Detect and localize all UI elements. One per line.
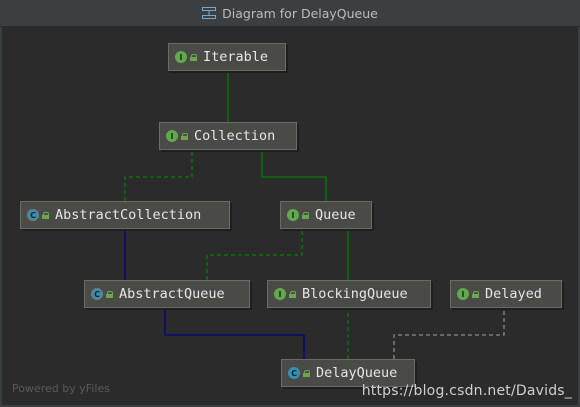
abstract-class-icon: C bbox=[91, 288, 103, 300]
node-label: DelayQueue bbox=[316, 365, 398, 381]
edge-abstractqueue-to-queue bbox=[206, 221, 307, 280]
diagram-icon bbox=[202, 7, 217, 19]
class-node-iterable[interactable]: I Iterable bbox=[168, 43, 286, 71]
powered-by-label: Powered by yFiles bbox=[12, 382, 110, 395]
class-node-queue[interactable]: I Queue bbox=[280, 201, 372, 229]
public-access-icon bbox=[190, 53, 197, 61]
class-node-abstractcollection[interactable]: C AbstractCollection bbox=[20, 201, 230, 229]
class-node-delayed[interactable]: I Delayed bbox=[450, 280, 562, 308]
class-icon: C bbox=[288, 367, 300, 379]
public-access-icon bbox=[289, 290, 296, 298]
node-label: Queue bbox=[315, 207, 356, 223]
window-title: Diagram for DelayQueue bbox=[222, 5, 378, 21]
node-label: Delayed bbox=[485, 286, 542, 302]
interface-icon: I bbox=[457, 288, 469, 300]
public-access-icon bbox=[472, 290, 479, 298]
watermark-text: https://blog.csdn.net/Davids_ bbox=[361, 383, 572, 399]
interface-icon: I bbox=[175, 51, 187, 63]
node-label: AbstractQueue bbox=[119, 286, 225, 302]
class-node-collection[interactable]: I Collection bbox=[159, 122, 297, 150]
class-node-abstractqueue[interactable]: C AbstractQueue bbox=[84, 280, 250, 308]
diagram-window: Diagram for DelayQueue I Iterable I Coll… bbox=[0, 0, 580, 407]
public-access-icon bbox=[106, 290, 113, 298]
node-label: AbstractCollection bbox=[55, 207, 202, 223]
edge-delayqueue-to-delayed bbox=[393, 309, 504, 359]
public-access-icon bbox=[42, 211, 49, 219]
public-access-icon bbox=[181, 132, 188, 140]
abstract-class-icon: C bbox=[27, 209, 39, 221]
title-bar: Diagram for DelayQueue bbox=[0, 0, 580, 27]
class-node-blockingqueue[interactable]: I BlockingQueue bbox=[267, 280, 431, 308]
interface-icon: I bbox=[274, 288, 286, 300]
interface-icon: I bbox=[287, 209, 299, 221]
node-label: Iterable bbox=[203, 49, 269, 65]
public-access-icon bbox=[303, 369, 310, 377]
edge-abstractcollection-to-collection bbox=[124, 142, 197, 201]
node-label: Collection bbox=[194, 128, 276, 144]
diagram-canvas[interactable]: I Iterable I Collection C AbstractCollec… bbox=[2, 27, 578, 405]
public-access-icon bbox=[302, 211, 309, 219]
interface-icon: I bbox=[166, 130, 178, 142]
edge-queue-to-collection bbox=[257, 142, 327, 201]
node-label: BlockingQueue bbox=[302, 286, 408, 302]
edge-delayqueue-to-abstractqueue bbox=[160, 300, 305, 359]
